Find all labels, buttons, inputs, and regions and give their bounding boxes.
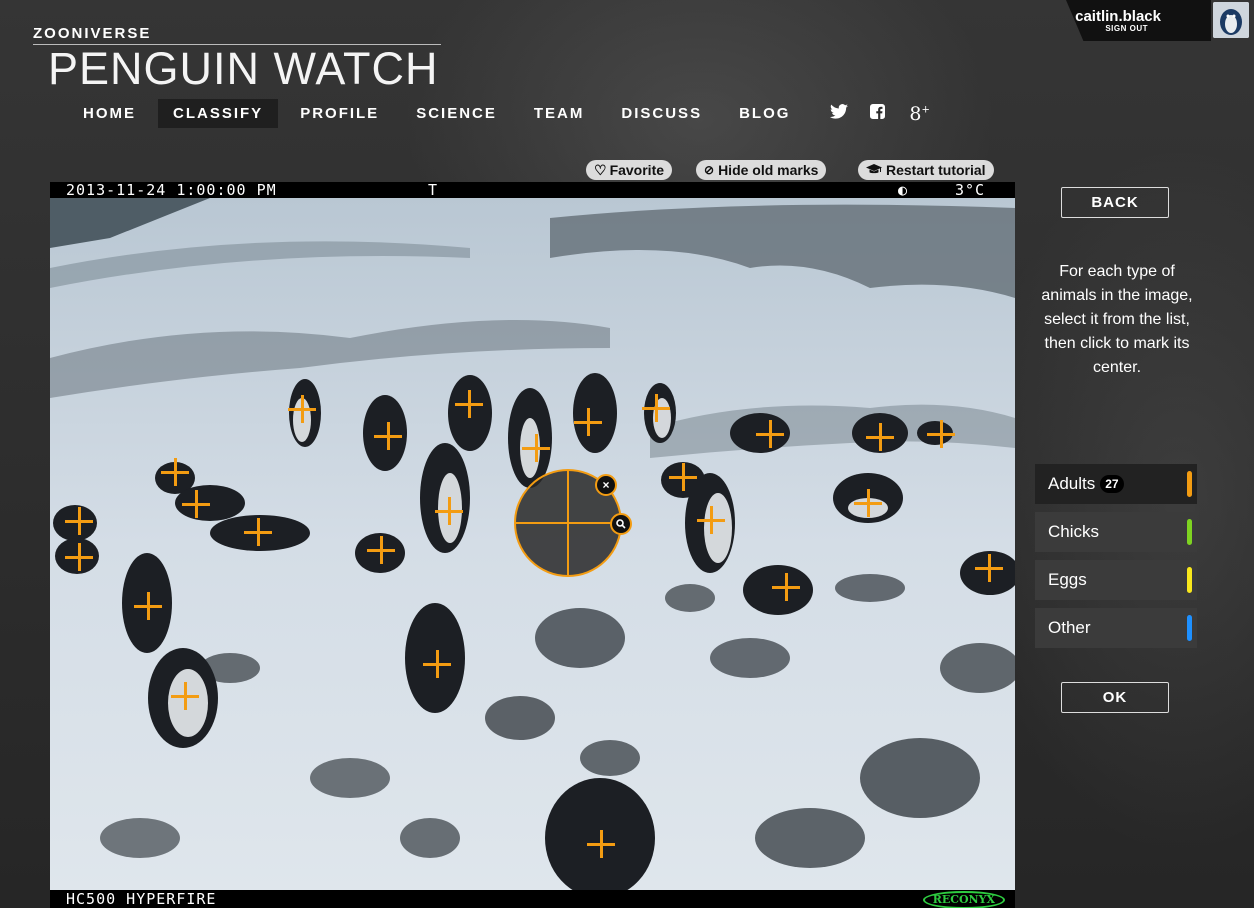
penguin-mark[interactable] bbox=[65, 507, 93, 535]
selected-mark-vline bbox=[567, 471, 569, 575]
restart-label: Restart tutorial bbox=[886, 162, 986, 178]
favorite-button[interactable]: ♡ Favorite bbox=[586, 160, 673, 180]
user-name[interactable]: caitlin.black bbox=[1075, 8, 1161, 25]
nav-home[interactable]: HOME bbox=[68, 99, 151, 128]
ok-button[interactable]: OK bbox=[1061, 682, 1169, 713]
penguin-mark[interactable] bbox=[374, 422, 402, 450]
type-eggs-label: Eggs bbox=[1048, 570, 1087, 589]
sign-out-link[interactable]: SIGN OUT bbox=[1105, 24, 1148, 33]
adults-count-badge: 27 bbox=[1100, 475, 1124, 493]
penguin-mark[interactable] bbox=[288, 395, 316, 423]
type-other-label: Other bbox=[1048, 618, 1091, 637]
adults-color-bar bbox=[1187, 471, 1192, 497]
nav-profile[interactable]: PROFILE bbox=[285, 99, 394, 128]
camera-footer: HC500 HYPERFIRE RECONYX bbox=[50, 890, 1015, 908]
instructions-text: For each type of animals in the image, s… bbox=[1041, 263, 1193, 376]
hide-marks-label: Hide old marks bbox=[718, 162, 819, 178]
chicks-color-bar bbox=[1187, 519, 1192, 545]
eggs-color-bar bbox=[1187, 567, 1192, 593]
google-plus-icon[interactable]: 8+ bbox=[909, 103, 929, 125]
type-adults-label: Adults bbox=[1048, 474, 1096, 493]
penguin-mark[interactable] bbox=[367, 536, 395, 564]
facebook-icon[interactable] bbox=[870, 103, 886, 124]
nav-discuss[interactable]: DISCUSS bbox=[606, 99, 717, 128]
penguin-mark[interactable] bbox=[642, 394, 670, 422]
zooniverse-brand[interactable]: ZOONIVERSE bbox=[33, 25, 151, 42]
penguin-mark[interactable] bbox=[65, 543, 93, 571]
penguin-mark[interactable] bbox=[587, 830, 615, 858]
camera-timestamp: 2013-11-24 1:00:00 PM bbox=[66, 182, 277, 199]
graduation-cap-icon bbox=[866, 162, 882, 178]
favorite-label: Favorite bbox=[609, 162, 665, 178]
penguin-mark[interactable] bbox=[171, 682, 199, 710]
zoom-icon[interactable] bbox=[610, 513, 632, 535]
penguin-mark[interactable] bbox=[244, 518, 272, 546]
selected-mark[interactable]: × bbox=[514, 469, 632, 577]
penguin-mark[interactable] bbox=[522, 434, 550, 462]
type-other[interactable]: Other bbox=[1035, 608, 1197, 648]
back-button[interactable]: BACK bbox=[1061, 187, 1169, 218]
nav-team[interactable]: TEAM bbox=[519, 99, 600, 128]
penguin-mark[interactable] bbox=[435, 497, 463, 525]
type-eggs[interactable]: Eggs bbox=[1035, 560, 1197, 600]
penguin-mark[interactable] bbox=[772, 573, 800, 601]
eye-slash-icon: ⊘ bbox=[704, 163, 715, 177]
penguin-mark[interactable] bbox=[182, 490, 210, 518]
camera-model: HC500 HYPERFIRE bbox=[66, 890, 217, 908]
penguin-mark[interactable] bbox=[134, 592, 162, 620]
penguin-mark[interactable] bbox=[574, 408, 602, 436]
camera-flag: T bbox=[428, 182, 439, 199]
reconyx-logo: RECONYX bbox=[922, 891, 1005, 908]
penguin-mark[interactable] bbox=[161, 458, 189, 486]
avatar[interactable] bbox=[1213, 2, 1249, 38]
restart-tutorial-button[interactable]: Restart tutorial bbox=[858, 160, 994, 180]
site-title[interactable]: PENGUIN WATCH bbox=[48, 46, 439, 91]
hide-old-marks-button[interactable]: ⊘ Hide old marks bbox=[696, 160, 827, 180]
penguin-mark[interactable] bbox=[866, 423, 894, 451]
camera-info-bar: 2013-11-24 1:00:00 PM T ◐ 3°C bbox=[50, 182, 1015, 198]
main-nav: HOME CLASSIFY PROFILE SCIENCE TEAM DISCU… bbox=[68, 99, 930, 128]
delete-mark-icon[interactable]: × bbox=[595, 474, 617, 496]
penguin-mark[interactable] bbox=[669, 463, 697, 491]
moon-phase-icon: ◐ bbox=[898, 182, 909, 199]
nav-blog[interactable]: BLOG bbox=[724, 99, 805, 128]
penguin-mark[interactable] bbox=[455, 390, 483, 418]
nav-science[interactable]: SCIENCE bbox=[401, 99, 512, 128]
type-chicks-label: Chicks bbox=[1048, 522, 1100, 541]
penguin-mark[interactable] bbox=[927, 420, 955, 448]
nav-classify[interactable]: CLASSIFY bbox=[158, 99, 279, 128]
other-color-bar bbox=[1187, 615, 1192, 641]
penguin-mark[interactable] bbox=[975, 554, 1003, 582]
penguin-mark[interactable] bbox=[854, 489, 882, 517]
penguin-mark[interactable] bbox=[697, 506, 725, 534]
type-adults[interactable]: Adults 27 bbox=[1035, 464, 1197, 504]
heart-icon: ♡ bbox=[594, 161, 607, 178]
twitter-icon[interactable] bbox=[830, 103, 849, 124]
camera-temperature: 3°C bbox=[955, 182, 986, 199]
penguin-mark[interactable] bbox=[423, 650, 451, 678]
type-chicks[interactable]: Chicks bbox=[1035, 512, 1197, 552]
user-panel: caitlin.black SIGN OUT bbox=[1066, 0, 1211, 41]
penguin-mark[interactable] bbox=[756, 420, 784, 448]
subject-image-frame: 2013-11-24 1:00:00 PM T ◐ 3°C × HC500 HY… bbox=[50, 182, 1015, 908]
